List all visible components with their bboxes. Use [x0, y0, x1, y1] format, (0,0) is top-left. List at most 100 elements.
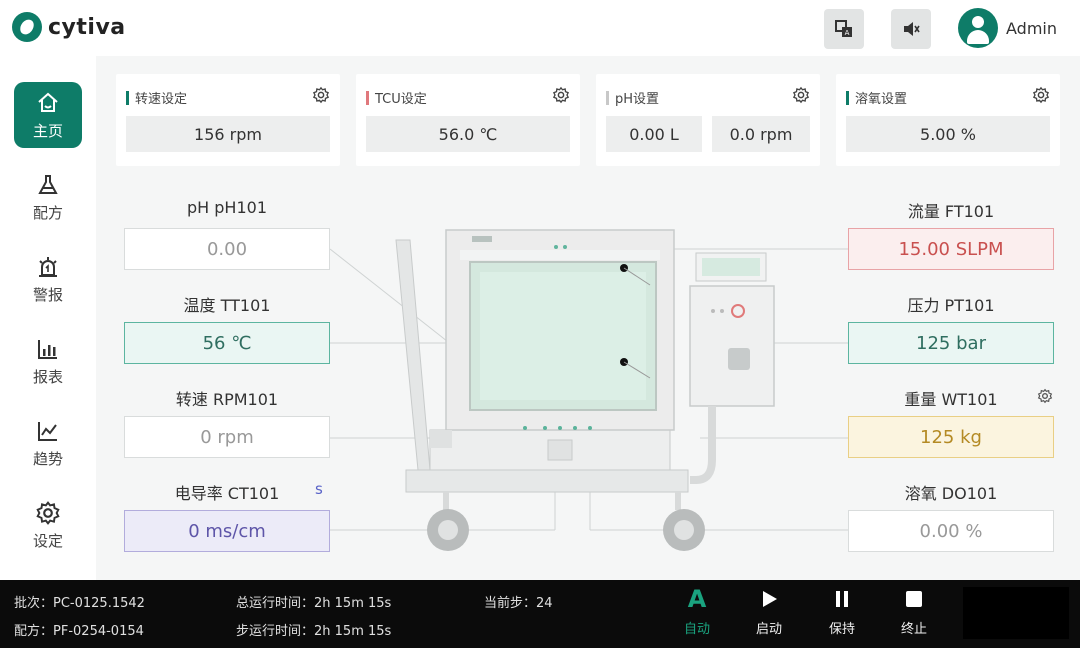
gear-icon[interactable]: [552, 86, 570, 104]
card-title-text: 转速设定: [135, 92, 188, 107]
current-step-value: 24: [536, 596, 553, 611]
speed-setpoint-value[interactable]: 156 rpm: [126, 116, 330, 152]
recipe-value: PF-0254-0154: [53, 624, 144, 639]
do-sensor-label: 溶氧 DO101: [904, 484, 998, 503]
ct-sensor-value: 0 ms/cm: [124, 510, 330, 552]
tcu-setpoint-card: TCU设定 56.0 ℃: [356, 74, 580, 166]
pause-icon: [829, 586, 855, 612]
auto-mode-label: 自动: [683, 622, 710, 637]
accent-bar: [606, 90, 609, 105]
current-step-label: 当前步：: [484, 596, 537, 611]
sidebar-item-report[interactable]: 报表: [14, 328, 82, 394]
play-icon: [756, 586, 782, 612]
svg-text:A: A: [845, 29, 850, 37]
do-setpoint-card: 溶氧设置 5.00 %: [836, 74, 1060, 166]
sidebar-item-settings[interactable]: 设定: [14, 492, 82, 558]
stop-icon: [901, 586, 927, 612]
total-runtime-value: 2h 15m 15s: [314, 596, 392, 611]
sidebar-item-label: 主页: [32, 121, 63, 140]
card-title-text: pH设置: [615, 92, 660, 107]
weight-sensor-label: 重量 WT101: [904, 390, 998, 409]
gear-icon[interactable]: [1037, 388, 1053, 404]
flow-sensor-label: 流量 FT101: [907, 202, 995, 221]
gear-icon[interactable]: [312, 86, 330, 104]
card-title-text: TCU设定: [375, 92, 427, 107]
ph-setpoint-volume[interactable]: 0.00 L: [606, 116, 702, 152]
sidebar-item-home[interactable]: 主页: [14, 82, 82, 148]
batch-value: PC-0125.1542: [53, 596, 145, 611]
pressure-sensor-label: 压力 PT101: [907, 296, 995, 315]
translate-button[interactable]: A: [824, 9, 864, 49]
speed-setpoint-card: 转速设定 156 rpm: [116, 74, 340, 166]
auto-mode-icon: A: [684, 585, 710, 613]
cytiva-logo: cytiva: [12, 12, 126, 42]
total-runtime-info: 总运行时间：2h 15m 15s: [236, 592, 391, 611]
recipe-info: 配方：PF-0254-0154: [14, 620, 144, 639]
do-sensor-value: 0.00 %: [848, 510, 1054, 552]
stop-label: 终止: [900, 622, 927, 637]
translate-icon: A: [835, 20, 852, 37]
sidebar-item-label: 设定: [32, 531, 63, 550]
hold-button[interactable]: 保持: [818, 586, 866, 642]
total-runtime-label: 总运行时间：: [236, 596, 315, 611]
user-avatar-icon[interactable]: [958, 8, 998, 48]
gear-icon[interactable]: [792, 86, 810, 104]
batch-info: 批次：PC-0125.1542: [14, 592, 145, 611]
sidebar-item-label: 配方: [32, 203, 63, 222]
temp-sensor-value: 56 ℃: [124, 322, 330, 364]
gear-icon: [35, 500, 61, 526]
weight-sensor-value: 125 kg: [848, 416, 1054, 458]
ph-setpoint-speed[interactable]: 0.0 rpm: [712, 116, 810, 152]
step-runtime-info: 步运行时间：2h 15m 15s: [236, 620, 391, 639]
do-setpoint-value[interactable]: 5.00 %: [846, 116, 1050, 152]
trend-icon: [35, 418, 61, 444]
brand-name: cytiva: [48, 14, 126, 40]
tcu-setpoint-value[interactable]: 56.0 ℃: [366, 116, 570, 152]
sound-icon: [904, 22, 920, 36]
flask-icon: [35, 172, 61, 198]
start-label: 启动: [755, 622, 782, 637]
sidebar-item-label: 报表: [32, 367, 63, 386]
accent-bar: [366, 90, 369, 105]
top-header: cytiva A Admin: [0, 0, 1080, 56]
rpm-sensor-label: 转速 RPM101: [175, 390, 279, 409]
step-runtime-value: 2h 15m 15s: [314, 624, 392, 639]
hold-label: 保持: [828, 622, 855, 637]
start-button[interactable]: 启动: [745, 586, 793, 642]
speed-setpoint-title: 转速设定: [126, 88, 187, 107]
sidebar-item-label: 警报: [32, 285, 63, 304]
ph-setpoint-title: pH设置: [606, 88, 659, 107]
temp-sensor-label: 温度 TT101: [183, 296, 271, 315]
current-step-info: 当前步：24: [484, 592, 553, 611]
cytiva-logo-mark: [12, 12, 42, 42]
auto-mode-button[interactable]: A 自动: [673, 585, 721, 642]
tcu-setpoint-title: TCU设定: [366, 88, 427, 107]
auto-glyph: A: [687, 585, 707, 613]
ct-sensor-label: 电导率 CT101: [174, 484, 280, 503]
home-icon: [35, 90, 61, 116]
step-runtime-label: 步运行时间：: [236, 624, 315, 639]
bar-chart-icon: [35, 336, 61, 362]
user-name[interactable]: Admin: [1006, 19, 1057, 38]
sidebar-item-recipe[interactable]: 配方: [14, 164, 82, 230]
sidebar-item-alarm[interactable]: 警报: [14, 246, 82, 312]
stop-button[interactable]: 终止: [890, 586, 938, 642]
sidebar-nav: 主页 配方 警报 报表 趋势 设定: [0, 56, 96, 580]
alarm-icon: [35, 254, 61, 280]
mute-button[interactable]: [891, 9, 931, 49]
gear-icon[interactable]: [1032, 86, 1050, 104]
pressure-sensor-value: 125 bar: [848, 322, 1054, 364]
batch-label: 批次：: [14, 596, 54, 611]
accent-bar: [846, 90, 849, 105]
flow-sensor-value: 15.00 SLPM: [848, 228, 1054, 270]
card-title-text: 溶氧设置: [855, 92, 908, 107]
ph-sensor-value: 0.00: [124, 228, 330, 270]
ph-sensor-label: pH pH101: [187, 198, 267, 217]
recipe-label: 配方：: [14, 624, 54, 639]
sidebar-item-label: 趋势: [32, 449, 63, 468]
accent-bar: [126, 90, 129, 105]
ct-unit-switch-link[interactable]: s: [315, 480, 323, 498]
rpm-sensor-value: 0 rpm: [124, 416, 330, 458]
sidebar-item-trend[interactable]: 趋势: [14, 410, 82, 476]
ph-setpoint-card: pH设置 0.00 L 0.0 rpm: [596, 74, 820, 166]
